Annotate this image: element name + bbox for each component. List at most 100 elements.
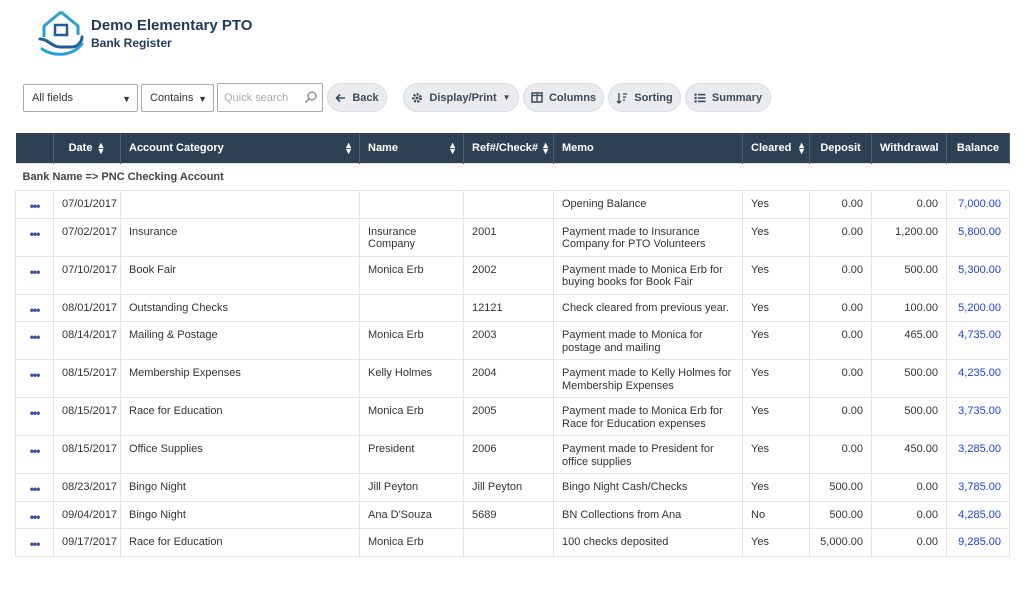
summary-button[interactable]: Summary: [685, 83, 771, 112]
row-menu-icon[interactable]: •••: [15, 217, 54, 257]
operator-select[interactable]: Contains ▼: [141, 84, 214, 112]
cell-balance[interactable]: 5,200.00: [946, 293, 1010, 322]
cell-deposit: 0.00: [809, 435, 872, 474]
table-row[interactable]: ••• 08/01/2017 Outstanding Checks 12121 Chec…: [15, 293, 1010, 322]
cell-ref: 2001: [463, 217, 554, 257]
cell-deposit: 5,000.00: [809, 528, 872, 557]
caret-down-icon: ▼: [502, 93, 511, 102]
sort-icon: ▲ ▼: [541, 140, 550, 156]
cell-account-category: Office Supplies: [120, 435, 360, 474]
cell-balance[interactable]: 3,785.00: [946, 473, 1010, 502]
cell-name: Ana D'Souza: [359, 500, 464, 529]
table-row[interactable]: ••• 07/01/2017 Opening Balance Yes 0.00 0.00 7…: [15, 190, 1010, 219]
cell-balance[interactable]: 9,285.00: [946, 528, 1010, 557]
quick-search-input[interactable]: Quick search: [217, 83, 323, 112]
chevron-down-icon: ▼: [198, 94, 207, 104]
cell-account-category: Insurance: [120, 217, 360, 257]
cell-cleared: No: [742, 500, 810, 529]
col-header-name[interactable]: Name ▲ ▼: [359, 133, 464, 163]
row-menu-icon[interactable]: •••: [15, 321, 54, 360]
sort-icon: ▲ ▼: [344, 140, 353, 156]
col-header-date[interactable]: Date ▲ ▼: [53, 133, 121, 163]
col-header-withdrawal[interactable]: Withdrawal: [871, 133, 947, 163]
row-menu-icon[interactable]: •••: [15, 435, 54, 474]
field-select[interactable]: All fields ▼: [23, 84, 138, 112]
table-row[interactable]: ••• 07/02/2017 Insurance Insurance Company 2…: [15, 217, 1010, 257]
cell-balance[interactable]: 4,735.00: [946, 321, 1010, 360]
cell-date: 08/14/2017: [53, 321, 121, 360]
cell-date: 09/17/2017: [53, 528, 121, 557]
cell-balance[interactable]: 3,735.00: [946, 397, 1010, 436]
display-print-label: Display/Print: [429, 91, 497, 104]
col-header-cleared[interactable]: Cleared ▲ ▼: [742, 133, 810, 163]
cell-ref: 2005: [463, 397, 554, 436]
col-header-ref[interactable]: Ref#/Check# ▲ ▼: [463, 133, 554, 163]
row-menu-icon[interactable]: •••: [15, 190, 54, 219]
search-icon[interactable]: [304, 90, 318, 104]
cell-name: Insurance Company: [359, 217, 464, 257]
cell-withdrawal: 500.00: [871, 397, 947, 436]
cell-withdrawal: 465.00: [871, 321, 947, 360]
cell-withdrawal: 1,200.00: [871, 217, 947, 257]
row-menu-icon[interactable]: •••: [15, 359, 54, 398]
cell-date: 09/04/2017: [53, 500, 121, 529]
cell-cleared: Yes: [742, 528, 810, 557]
sort-icon: ▲ ▼: [96, 139, 106, 156]
sorting-button[interactable]: Sorting: [608, 83, 681, 112]
row-menu-icon[interactable]: •••: [15, 500, 54, 529]
cell-account-category: Outstanding Checks: [120, 293, 360, 322]
cell-deposit: 0.00: [809, 217, 872, 257]
cell-account-category: Race for Education: [120, 528, 360, 557]
row-menu-icon[interactable]: •••: [15, 255, 54, 295]
table-row[interactable]: ••• 09/17/2017 Race for Education Monica Er…: [15, 528, 1010, 557]
cell-deposit: 0.00: [809, 190, 872, 219]
table-row[interactable]: ••• 07/10/2017 Book Fair Monica Erb 2002 Paym…: [15, 255, 1010, 295]
cell-cleared: Yes: [742, 473, 810, 502]
cell-date: 08/01/2017: [53, 293, 121, 322]
cell-withdrawal: 500.00: [871, 255, 947, 295]
cell-cleared: Yes: [742, 217, 810, 257]
cell-deposit: 0.00: [809, 321, 872, 360]
table-row[interactable]: ••• 08/15/2017 Membership Expenses Kelly Ho…: [15, 359, 1010, 398]
cell-name: Monica Erb: [359, 397, 464, 436]
display-print-button[interactable]: Display/Print ▼: [403, 83, 519, 112]
table-row[interactable]: ••• 08/14/2017 Mailing & Postage Monica Erb…: [15, 321, 1010, 360]
row-menu-icon[interactable]: •••: [15, 528, 54, 557]
table-row[interactable]: ••• 08/23/2017 Bingo Night Jill Peyton Jill …: [15, 473, 1010, 502]
table-row[interactable]: ••• 09/04/2017 Bingo Night Ana D'Souza 5689 B…: [15, 500, 1010, 529]
cell-balance[interactable]: 5,800.00: [946, 217, 1010, 257]
table-row[interactable]: ••• 08/15/2017 Race for Education Monica Er…: [15, 397, 1010, 436]
cell-withdrawal: 0.00: [871, 473, 947, 502]
cell-ref: 2006: [463, 435, 554, 474]
cell-deposit: 0.00: [809, 359, 872, 398]
cell-cleared: Yes: [742, 190, 810, 219]
operator-select-value: Contains: [150, 92, 194, 104]
cell-date: 07/10/2017: [53, 255, 121, 295]
row-menu-icon[interactable]: •••: [15, 473, 54, 502]
cell-balance[interactable]: 5,300.00: [946, 255, 1010, 295]
table-row[interactable]: ••• 08/15/2017 Office Supplies President 200…: [15, 435, 1010, 474]
cell-memo: Payment made to Monica Erb for Race for …: [553, 397, 743, 436]
col-header-memo[interactable]: Memo: [553, 133, 743, 163]
back-button[interactable]: Back: [327, 83, 387, 112]
columns-button[interactable]: Columns: [523, 83, 604, 112]
summary-button-label: Summary: [711, 91, 763, 104]
col-header-balance[interactable]: Balance: [946, 133, 1010, 163]
cell-name: President: [359, 435, 464, 474]
cell-memo: Payment made to Kelly Holmes for Members…: [553, 359, 743, 398]
cell-balance[interactable]: 3,285.00: [946, 435, 1010, 474]
bank-register-table: Date ▲ ▼ Account Category ▲ ▼ Name ▲ ▼ Ref#/Ch…: [15, 133, 1010, 557]
col-header-deposit[interactable]: Deposit: [809, 133, 872, 163]
cell-balance[interactable]: 4,285.00: [946, 500, 1010, 529]
cell-account-category: [120, 190, 360, 219]
cell-memo: Payment made to President for office sup…: [553, 435, 743, 474]
row-menu-icon[interactable]: •••: [15, 397, 54, 436]
cell-account-category: Bingo Night: [120, 473, 360, 502]
col-header-account-category[interactable]: Account Category ▲ ▼: [120, 133, 360, 163]
row-menu-icon[interactable]: •••: [15, 293, 54, 322]
page-subtitle: Bank Register: [91, 36, 172, 50]
cell-ref: 5689: [463, 500, 554, 529]
cell-balance[interactable]: 7,000.00: [946, 190, 1010, 219]
cell-balance[interactable]: 4,235.00: [946, 359, 1010, 398]
cell-account-category: Mailing & Postage: [120, 321, 360, 360]
